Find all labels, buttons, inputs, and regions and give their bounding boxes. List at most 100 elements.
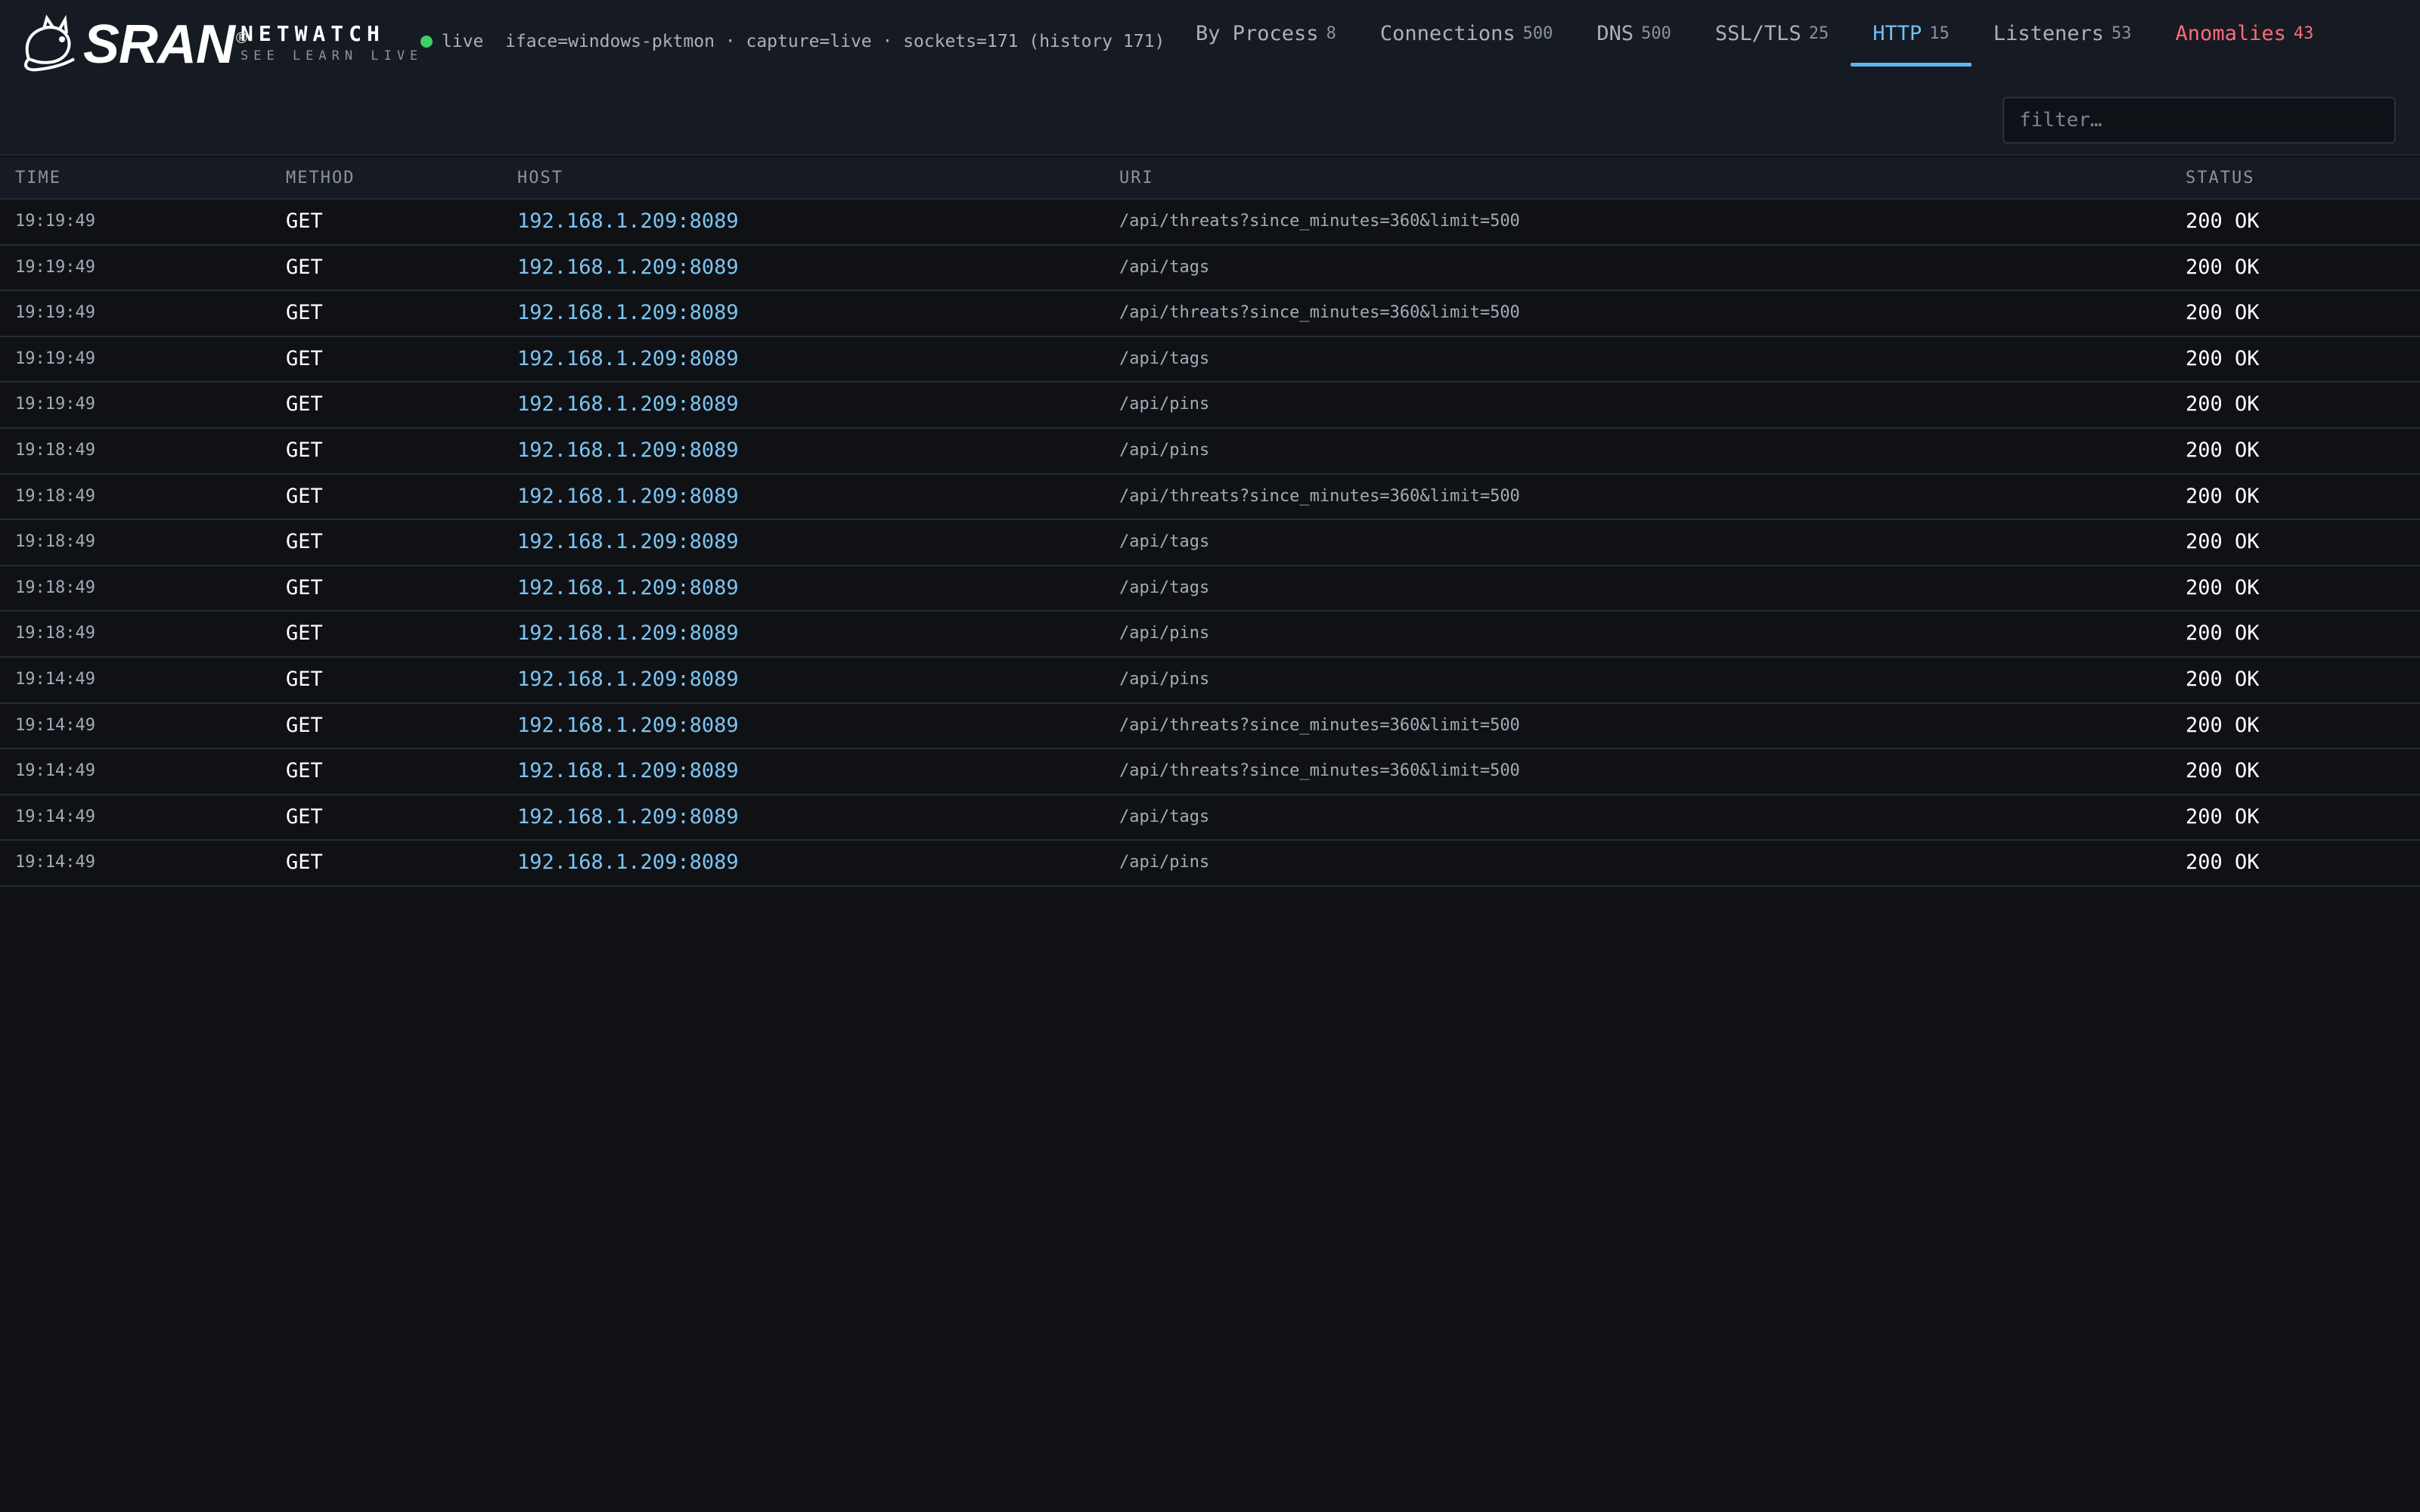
table-row[interactable]: 19:19:49 GET 192.168.1.209:8089/api/threat… — [0, 291, 2420, 337]
host-link[interactable]: 192.168.1.209:8089 — [517, 475, 739, 519]
time-cell: 19:19:49 — [15, 395, 95, 414]
status-cell: 200 OK — [2186, 209, 2260, 233]
table-row[interactable]: 19:19:49 GET 192.168.1.209:8089/api/pins 20… — [0, 383, 2420, 429]
tab-http[interactable]: HTTP 15 — [1851, 0, 1972, 67]
time-cell: 19:18:49 — [15, 624, 95, 643]
column-header-time[interactable]: TIME — [15, 157, 61, 200]
host-link[interactable]: 192.168.1.209:8089 — [517, 200, 739, 243]
tab-label: HTTP — [1872, 21, 1922, 45]
time-cell: 19:19:49 — [15, 303, 95, 323]
app-wordmark: NETWATCH SEE LEARN LIVE — [240, 23, 423, 64]
time-cell: 19:14:49 — [15, 853, 95, 872]
column-header-host[interactable]: HOST — [517, 157, 563, 200]
uri-cell: /api/pins — [1119, 624, 1210, 643]
tab-count-badge: 8 — [1326, 23, 1336, 43]
status-cell: 200 OK — [2186, 392, 2260, 417]
host-link[interactable]: 192.168.1.209:8089 — [517, 841, 739, 885]
uri-cell: /api/pins — [1119, 395, 1210, 414]
method-cell: GET — [286, 392, 323, 417]
tab-count-badge: 53 — [2111, 23, 2132, 43]
sran-logo: SRAN ® — [21, 11, 247, 79]
host-link[interactable]: 192.168.1.209:8089 — [517, 566, 739, 610]
method-cell: GET — [286, 850, 323, 875]
tab-label: Listeners — [1993, 21, 2105, 45]
table-row[interactable]: 19:14:49 GET 192.168.1.209:8089/api/pins 20… — [0, 841, 2420, 887]
host-link[interactable]: 192.168.1.209:8089 — [517, 658, 739, 702]
uri-cell: /api/tags — [1119, 349, 1210, 368]
uri-cell: /api/pins — [1119, 669, 1210, 689]
status-cell: 200 OK — [2186, 530, 2260, 554]
host-link[interactable]: 192.168.1.209:8089 — [517, 749, 739, 793]
live-dot-icon — [420, 36, 433, 48]
filter-input[interactable] — [2003, 97, 2396, 144]
tab-listeners[interactable]: Listeners 53 — [1972, 0, 2154, 67]
host-link[interactable]: 192.168.1.209:8089 — [517, 704, 739, 748]
method-cell: GET — [286, 759, 323, 783]
http-table: TIME METHOD HOST URI STATUS 19:19:49 GET 1… — [0, 157, 2420, 887]
host-link[interactable]: 192.168.1.209:8089 — [517, 429, 739, 472]
live-indicator: live — [420, 32, 483, 51]
host-link[interactable]: 192.168.1.209:8089 — [517, 337, 739, 381]
time-cell: 19:18:49 — [15, 578, 95, 597]
uri-cell: /api/threats?since_minutes=360&limit=500 — [1119, 761, 1520, 781]
table-row[interactable]: 19:18:49 GET 192.168.1.209:8089/api/threat… — [0, 475, 2420, 521]
table-row[interactable]: 19:18:49 GET 192.168.1.209:8089/api/pins 20… — [0, 429, 2420, 475]
tab-ssl-tls[interactable]: SSL/TLS 25 — [1693, 0, 1851, 67]
column-header-status[interactable]: STATUS — [2186, 157, 2254, 200]
uri-cell: /api/tags — [1119, 807, 1210, 826]
owl-icon — [24, 14, 75, 72]
status-cell: 200 OK — [2186, 621, 2260, 646]
tab-anomalies[interactable]: Anomalies 43 — [2154, 0, 2336, 67]
time-cell: 19:14:49 — [15, 715, 95, 735]
column-header-uri[interactable]: URI — [1119, 157, 1154, 200]
method-cell: GET — [286, 575, 323, 600]
tab-label: SSL/TLS — [1714, 21, 1801, 45]
status-cell: 200 OK — [2186, 301, 2260, 325]
app-tagline: SEE LEARN LIVE — [240, 48, 424, 64]
time-cell: 19:19:49 — [15, 212, 95, 231]
table-row[interactable]: 19:14:49 GET 192.168.1.209:8089/api/tags 20… — [0, 795, 2420, 841]
table-row[interactable]: 19:14:49 GET 192.168.1.209:8089/api/threat… — [0, 704, 2420, 750]
table-row[interactable]: 19:14:49 GET 192.168.1.209:8089/api/pins 20… — [0, 658, 2420, 704]
tab-count-badge: 15 — [1929, 23, 1950, 43]
table-row[interactable]: 19:19:49 GET 192.168.1.209:8089/api/threat… — [0, 200, 2420, 246]
host-link[interactable]: 192.168.1.209:8089 — [517, 612, 739, 655]
host-link[interactable]: 192.168.1.209:8089 — [517, 291, 739, 335]
table-body: 19:19:49 GET 192.168.1.209:8089/api/threat… — [0, 200, 2420, 887]
method-cell: GET — [286, 621, 323, 646]
method-cell: GET — [286, 713, 323, 737]
tab-by-process[interactable]: By Process 8 — [1174, 0, 1358, 67]
host-link[interactable]: 192.168.1.209:8089 — [517, 520, 739, 564]
host-link[interactable]: 192.168.1.209:8089 — [517, 795, 739, 839]
table-header: TIME METHOD HOST URI STATUS — [0, 157, 2420, 200]
uri-cell: /api/pins — [1119, 440, 1210, 460]
host-link[interactable]: 192.168.1.209:8089 — [517, 246, 739, 290]
status-cell: 200 OK — [2186, 804, 2260, 829]
table-row[interactable]: 19:18:49 GET 192.168.1.209:8089/api/tags 20… — [0, 520, 2420, 566]
table-row[interactable]: 19:18:49 GET 192.168.1.209:8089/api/pins 20… — [0, 612, 2420, 658]
time-cell: 19:19:49 — [15, 257, 95, 277]
status-cell: 200 OK — [2186, 346, 2260, 370]
table-row[interactable]: 19:19:49 GET 192.168.1.209:8089/api/tags 20… — [0, 337, 2420, 383]
uri-cell: /api/threats?since_minutes=360&limit=500 — [1119, 212, 1520, 231]
tab-connections[interactable]: Connections 500 — [1358, 0, 1575, 67]
method-cell: GET — [286, 530, 323, 554]
status-cell: 200 OK — [2186, 438, 2260, 462]
method-cell: GET — [286, 438, 323, 462]
logo-word: SRAN — [83, 14, 235, 75]
time-cell: 19:14:49 — [15, 807, 95, 826]
host-link[interactable]: 192.168.1.209:8089 — [517, 383, 739, 426]
uri-cell: /api/tags — [1119, 257, 1210, 277]
method-cell: GET — [286, 209, 323, 233]
column-header-method[interactable]: METHOD — [286, 157, 355, 200]
table-row[interactable]: 19:18:49 GET 192.168.1.209:8089/api/tags 20… — [0, 566, 2420, 612]
status-cell: 200 OK — [2186, 484, 2260, 508]
uri-cell: /api/tags — [1119, 578, 1210, 597]
tab-dns[interactable]: DNS 500 — [1575, 0, 1693, 67]
uri-cell: /api/threats?since_minutes=360&limit=500 — [1119, 303, 1520, 323]
tab-count-badge: 25 — [1808, 23, 1829, 43]
uri-cell: /api/threats?since_minutes=360&limit=500 — [1119, 715, 1520, 735]
table-row[interactable]: 19:14:49 GET 192.168.1.209:8089/api/threat… — [0, 749, 2420, 795]
uri-cell: /api/pins — [1119, 853, 1210, 872]
table-row[interactable]: 19:19:49 GET 192.168.1.209:8089/api/tags 20… — [0, 246, 2420, 292]
